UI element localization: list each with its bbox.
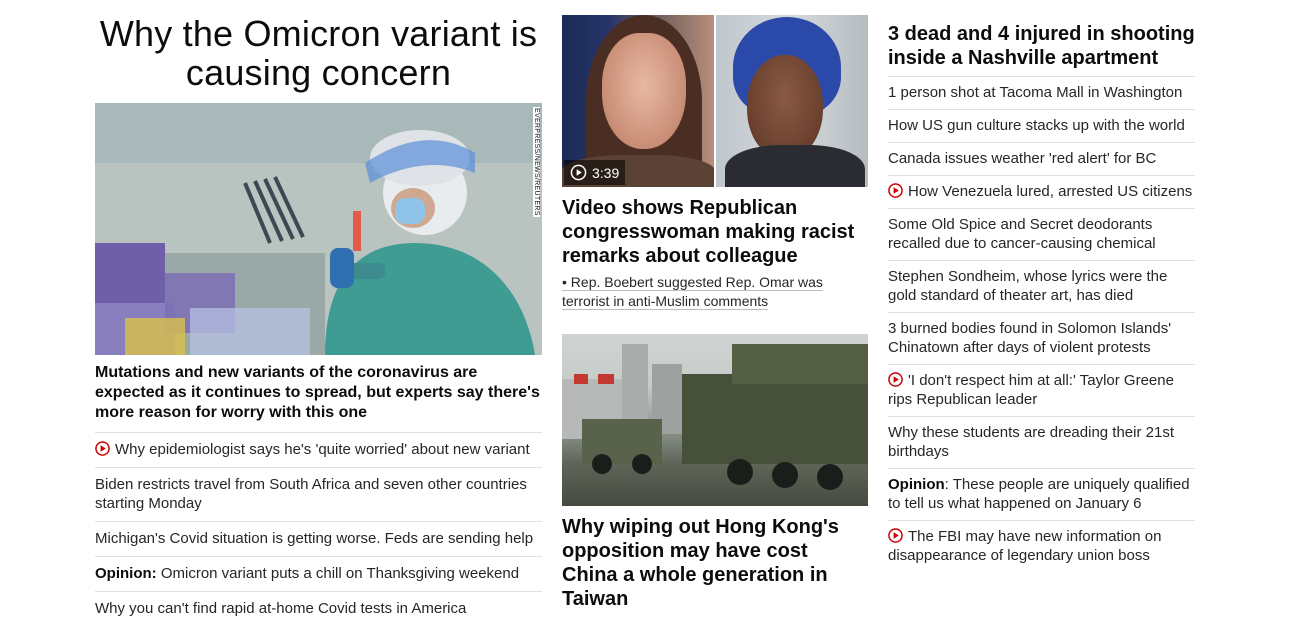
- list-item[interactable]: How US gun culture stacks up with the wo…: [888, 110, 1195, 143]
- opinion-label: Opinion: [888, 476, 945, 493]
- lead-story-image[interactable]: EVERPRESS/NEWS/REUTERS: [95, 103, 542, 355]
- lead-headline[interactable]: Why the Omicron variant is causing conce…: [95, 14, 542, 92]
- play-icon: [888, 372, 903, 387]
- list-item[interactable]: Why epidemiologist says he's 'quite worr…: [95, 433, 542, 468]
- list-item[interactable]: Opinion: Omicron variant puts a chill on…: [95, 557, 542, 592]
- list-item-text: The FBI may have new information on disa…: [888, 528, 1162, 564]
- lead-summary-text: Mutations and new variants of the corona…: [95, 364, 540, 421]
- lead-story-column: Why the Omicron variant is causing conce…: [95, 14, 542, 626]
- play-circle-icon: [570, 164, 587, 181]
- list-item-text: How Venezuela lured, arrested US citizen…: [908, 183, 1193, 200]
- video-duration: 3:39: [592, 164, 620, 181]
- lab-scene-illustration: [95, 103, 542, 355]
- video-thumb-right-photo: [715, 15, 868, 187]
- story-headline: Why wiping out Hong Kong's opposition ma…: [562, 516, 839, 610]
- list-item[interactable]: How Venezuela lured, arrested US citizen…: [888, 176, 1195, 209]
- video-bullet-text: • Rep. Boebert suggested Rep. Omar was t…: [562, 274, 823, 310]
- image-credit: EVERPRESS/NEWS/REUTERS: [533, 107, 540, 217]
- list-item-text: Why epidemiologist says he's 'quite worr…: [115, 441, 530, 458]
- lead-headline-text: Why the Omicron variant is causing conce…: [99, 13, 538, 93]
- lead-summary-link[interactable]: Mutations and new variants of the corona…: [95, 363, 542, 433]
- list-item[interactable]: Some Old Spice and Secret deodorants rec…: [888, 209, 1195, 261]
- nashville-headline: 3 dead and 4 injured in shooting inside …: [888, 23, 1195, 69]
- list-item[interactable]: Biden restricts travel from South Africa…: [95, 468, 542, 522]
- right-column: 3 dead and 4 injured in shooting inside …: [888, 22, 1195, 572]
- list-item[interactable]: 'I don't respect him at all:' Taylor Gre…: [888, 365, 1195, 417]
- play-icon: [888, 183, 903, 198]
- lead-related-list: Why epidemiologist says he's 'quite worr…: [95, 433, 542, 626]
- video-duration-badge: 3:39: [564, 160, 626, 185]
- list-item[interactable]: The FBI may have new information on disa…: [888, 521, 1195, 572]
- list-item-text: Stephen Sondheim, whose lyrics were the …: [888, 268, 1168, 304]
- video-headline: Video shows Republican congresswoman mak…: [562, 197, 855, 267]
- video-bullet-link[interactable]: • Rep. Boebert suggested Rep. Omar was t…: [562, 273, 868, 311]
- list-item[interactable]: Opinion: These people are uniquely quali…: [888, 469, 1195, 521]
- video-thumbnail[interactable]: 3:39: [562, 15, 868, 187]
- list-item-text: Some Old Spice and Secret deodorants rec…: [888, 216, 1156, 252]
- list-item-text: Omicron variant puts a chill on Thanksgi…: [156, 565, 520, 582]
- list-item-text: Why these students are dreading their 21…: [888, 424, 1174, 460]
- story-image[interactable]: [562, 334, 868, 506]
- story-headline-link[interactable]: Why wiping out Hong Kong's opposition ma…: [562, 515, 868, 611]
- list-item[interactable]: 1 person shot at Tacoma Mall in Washingt…: [888, 77, 1195, 110]
- list-item-text: 'I don't respect him at all:' Taylor Gre…: [888, 372, 1174, 408]
- list-item-text: Michigan's Covid situation is getting wo…: [95, 530, 534, 547]
- list-item[interactable]: 3 burned bodies found in Solomon Islands…: [888, 313, 1195, 365]
- list-item-text: 1 person shot at Tacoma Mall in Washingt…: [888, 84, 1183, 101]
- nashville-headline-link[interactable]: 3 dead and 4 injured in shooting inside …: [888, 22, 1195, 77]
- list-item[interactable]: Michigan's Covid situation is getting wo…: [95, 522, 542, 557]
- play-icon: [888, 528, 903, 543]
- video-headline-link[interactable]: Video shows Republican congresswoman mak…: [562, 196, 868, 268]
- list-item-text: Why you can't find rapid at-home Covid t…: [95, 600, 467, 617]
- list-item[interactable]: Why these students are dreading their 21…: [888, 417, 1195, 469]
- list-item-text: Canada issues weather 'red alert' for BC: [888, 150, 1157, 167]
- list-item-text: 3 burned bodies found in Solomon Islands…: [888, 320, 1172, 356]
- list-item[interactable]: Why you can't find rapid at-home Covid t…: [95, 592, 542, 626]
- play-icon: [95, 441, 110, 456]
- opinion-label: Opinion:: [95, 565, 157, 582]
- middle-column: 3:39 Video shows Republican congresswoma…: [562, 15, 868, 611]
- list-item[interactable]: Stephen Sondheim, whose lyrics were the …: [888, 261, 1195, 313]
- list-item[interactable]: Canada issues weather 'red alert' for BC: [888, 143, 1195, 176]
- list-item-text: How US gun culture stacks up with the wo…: [888, 117, 1185, 134]
- right-story-list: 1 person shot at Tacoma Mall in Washingt…: [888, 77, 1195, 572]
- list-item-text: Biden restricts travel from South Africa…: [95, 476, 527, 512]
